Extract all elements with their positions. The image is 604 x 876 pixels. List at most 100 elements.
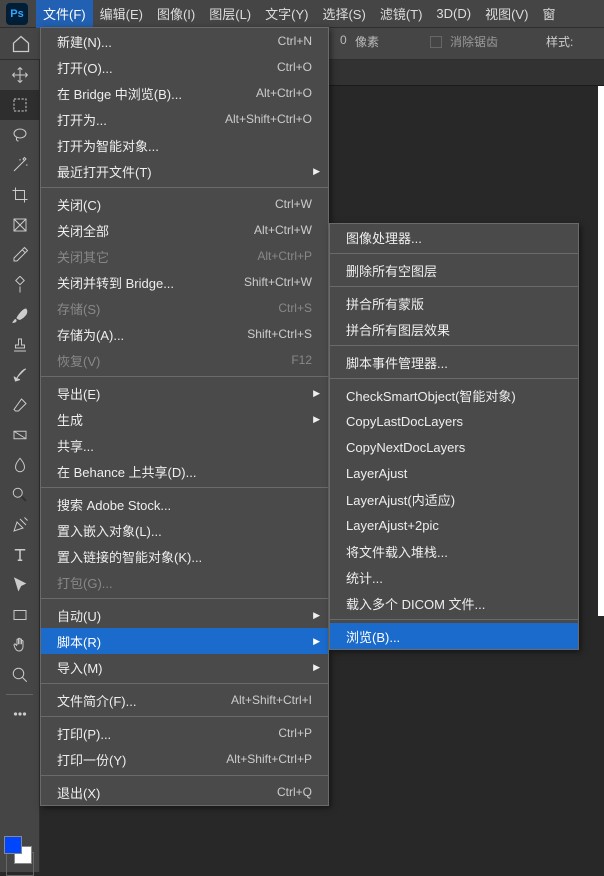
- menu-item[interactable]: 在 Bridge 中浏览(B)...Alt+Ctrl+O: [41, 80, 328, 106]
- crop-tool[interactable]: [0, 180, 40, 210]
- script-item[interactable]: 脚本事件管理器...: [330, 349, 578, 375]
- separator: [41, 775, 328, 776]
- menu-label: 置入链接的智能对象(K)...: [57, 547, 312, 566]
- menu-item[interactable]: 搜索 Adobe Stock...: [41, 491, 328, 517]
- eraser-tool[interactable]: [0, 390, 40, 420]
- history-brush-tool[interactable]: [0, 360, 40, 390]
- submenu-arrow: ▶: [313, 414, 320, 425]
- lasso-tool[interactable]: [0, 120, 40, 150]
- menu-item[interactable]: 最近打开文件(T)▶: [41, 158, 328, 184]
- script-item[interactable]: 拼合所有蒙版: [330, 290, 578, 316]
- menu-6[interactable]: 滤镜(T): [373, 0, 430, 28]
- menu-5[interactable]: 选择(S): [315, 0, 372, 28]
- menu-8[interactable]: 视图(V): [478, 0, 535, 28]
- move-tool[interactable]: [0, 60, 40, 90]
- rectangle-tool[interactable]: [0, 600, 40, 630]
- menu-2[interactable]: 图像(I): [150, 0, 202, 28]
- menu-item[interactable]: 在 Behance 上共享(D)...: [41, 458, 328, 484]
- antialias-checkbox[interactable]: [430, 36, 442, 48]
- script-item[interactable]: 将文件载入堆栈...: [330, 538, 578, 564]
- script-item[interactable]: 浏览(B)...: [330, 623, 578, 649]
- hand-tool[interactable]: [0, 630, 40, 660]
- menu-label: 打印一份(Y): [57, 750, 226, 769]
- eyedropper-tool[interactable]: [0, 240, 40, 270]
- script-item[interactable]: LayerAjust: [330, 460, 578, 486]
- file-menu-dropdown: 新建(N)...Ctrl+N打开(O)...Ctrl+O在 Bridge 中浏览…: [40, 27, 329, 806]
- app-icon: Ps: [6, 3, 28, 25]
- script-item[interactable]: CheckSmartObject(智能对象): [330, 382, 578, 408]
- script-item[interactable]: CopyNextDocLayers: [330, 434, 578, 460]
- frame-tool[interactable]: [0, 210, 40, 240]
- menu-item[interactable]: 置入嵌入对象(L)...: [41, 517, 328, 543]
- menu-item[interactable]: 导入(M)▶: [41, 654, 328, 680]
- script-label: 拼合所有蒙版: [346, 294, 562, 313]
- script-item[interactable]: LayerAjust(内适应): [330, 486, 578, 512]
- menu-item[interactable]: 打开为智能对象...: [41, 132, 328, 158]
- menu-0[interactable]: 文件(F): [36, 0, 93, 28]
- script-item[interactable]: 拼合所有图层效果: [330, 316, 578, 342]
- more-tools[interactable]: [0, 699, 40, 729]
- menu-label: 打包(G)...: [57, 573, 312, 592]
- healing-tool[interactable]: [0, 270, 40, 300]
- menu-item[interactable]: 退出(X)Ctrl+Q: [41, 779, 328, 805]
- menu-label: 在 Bridge 中浏览(B)...: [57, 84, 256, 103]
- script-item[interactable]: LayerAjust+2pic: [330, 512, 578, 538]
- menu-7[interactable]: 3D(D): [429, 0, 478, 28]
- script-label: CheckSmartObject(智能对象): [346, 386, 562, 405]
- script-item[interactable]: 图像处理器...: [330, 224, 578, 250]
- menu-9[interactable]: 窗: [535, 0, 562, 28]
- style-label: 样式:: [546, 33, 573, 50]
- menu-item[interactable]: 生成▶: [41, 406, 328, 432]
- menu-4[interactable]: 文字(Y): [258, 0, 315, 28]
- menu-item[interactable]: 打开(O)...Ctrl+O: [41, 54, 328, 80]
- gradient-tool[interactable]: [0, 420, 40, 450]
- menu-item[interactable]: 打开为...Alt+Shift+Ctrl+O: [41, 106, 328, 132]
- menu-item[interactable]: 打印(P)...Ctrl+P: [41, 720, 328, 746]
- zoom-tool[interactable]: [0, 660, 40, 690]
- type-tool[interactable]: [0, 540, 40, 570]
- menu-1[interactable]: 编辑(E): [93, 0, 150, 28]
- stamp-tool[interactable]: [0, 330, 40, 360]
- shortcut: Alt+Ctrl+P: [257, 249, 312, 263]
- menu-label: 搜索 Adobe Stock...: [57, 495, 312, 514]
- menu-item[interactable]: 打印一份(Y)Alt+Shift+Ctrl+P: [41, 746, 328, 772]
- script-item[interactable]: 载入多个 DICOM 文件...: [330, 590, 578, 616]
- magic-wand-tool[interactable]: [0, 150, 40, 180]
- menu-item[interactable]: 自动(U)▶: [41, 602, 328, 628]
- script-item[interactable]: 统计...: [330, 564, 578, 590]
- color-swatches[interactable]: [0, 834, 40, 872]
- foreground-color[interactable]: [4, 836, 22, 854]
- menu-label: 最近打开文件(T): [57, 162, 312, 181]
- menu-label: 打印(P)...: [57, 724, 278, 743]
- separator: [41, 683, 328, 684]
- pen-tool[interactable]: [0, 510, 40, 540]
- dodge-tool[interactable]: [0, 480, 40, 510]
- script-label: LayerAjust+2pic: [346, 518, 562, 533]
- menu-item[interactable]: 存储为(A)...Shift+Ctrl+S: [41, 321, 328, 347]
- submenu-arrow: ▶: [313, 166, 320, 177]
- script-item[interactable]: CopyLastDocLayers: [330, 408, 578, 434]
- script-label: CopyLastDocLayers: [346, 414, 562, 429]
- menu-item[interactable]: 关闭(C)Ctrl+W: [41, 191, 328, 217]
- menu-item[interactable]: 文件简介(F)...Alt+Shift+Ctrl+I: [41, 687, 328, 713]
- menu-item[interactable]: 共享...: [41, 432, 328, 458]
- menu-item[interactable]: 导出(E)▶: [41, 380, 328, 406]
- menu-item[interactable]: 关闭全部Alt+Ctrl+W: [41, 217, 328, 243]
- menu-label: 文件简介(F)...: [57, 691, 231, 710]
- menubar: Ps 文件(F)编辑(E)图像(I)图层(L)文字(Y)选择(S)滤镜(T)3D…: [0, 0, 604, 28]
- script-item[interactable]: 删除所有空图层: [330, 257, 578, 283]
- brush-tool[interactable]: [0, 300, 40, 330]
- menu-item[interactable]: 置入链接的智能对象(K)...: [41, 543, 328, 569]
- menu-3[interactable]: 图层(L): [202, 0, 258, 28]
- home-icon[interactable]: [8, 31, 34, 57]
- blur-tool[interactable]: [0, 450, 40, 480]
- path-select-tool[interactable]: [0, 570, 40, 600]
- marquee-tool[interactable]: [0, 90, 40, 120]
- menu-item: 打包(G)...: [41, 569, 328, 595]
- menu-item[interactable]: 新建(N)...Ctrl+N: [41, 28, 328, 54]
- menu-label: 打开为智能对象...: [57, 136, 312, 155]
- menu-label: 打开(O)...: [57, 58, 277, 77]
- submenu-arrow: ▶: [313, 636, 320, 647]
- menu-item[interactable]: 关闭并转到 Bridge...Shift+Ctrl+W: [41, 269, 328, 295]
- menu-item[interactable]: 脚本(R)▶: [41, 628, 328, 654]
